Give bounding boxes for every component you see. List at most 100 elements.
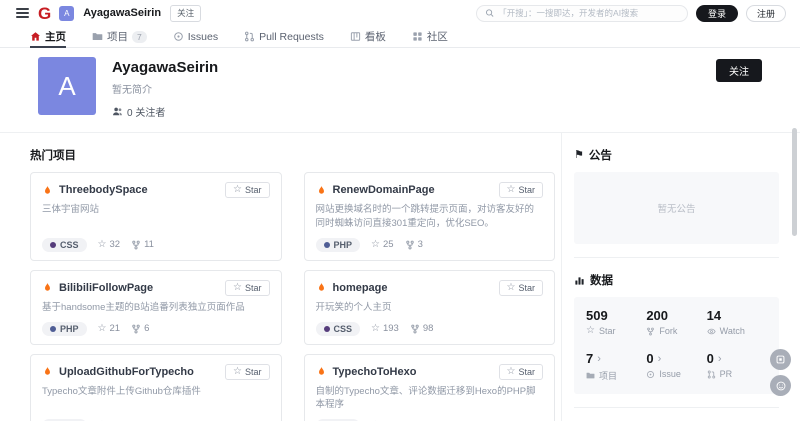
announcement-title: 公告	[589, 147, 612, 163]
project-card: BilibiliFollowPage ☆Star 基于handsome主题的B站…	[30, 270, 282, 345]
project-name-link[interactable]: UploadGithubForTypecho	[59, 366, 194, 378]
star-button-label: Star	[245, 185, 262, 195]
star-icon: ☆	[233, 185, 242, 195]
star-button[interactable]: ☆Star	[225, 280, 269, 296]
star-button[interactable]: ☆Star	[225, 364, 269, 380]
chevron-right-icon: ›	[658, 353, 662, 365]
star-icon: ☆	[507, 283, 516, 293]
project-card: RenewDomainPage ☆Star 网站更换域名时的一个跳转提示页面，对…	[304, 172, 556, 261]
register-button[interactable]: 注册	[746, 5, 786, 22]
star-button[interactable]: ☆Star	[499, 182, 543, 198]
tab-home[interactable]: 主页	[30, 26, 66, 47]
tab-board[interactable]: 看板	[350, 26, 386, 47]
star-button[interactable]: ☆Star	[499, 364, 543, 380]
star-button[interactable]: ☆Star	[499, 280, 543, 296]
fork-icon	[410, 324, 420, 334]
tab-pull-requests[interactable]: Pull Requests	[244, 26, 324, 47]
fork-icon	[131, 240, 141, 250]
gitee-logo[interactable]: G	[38, 5, 50, 22]
community-icon	[412, 31, 423, 42]
star-icon: ☆	[371, 240, 380, 250]
flame-icon	[316, 185, 327, 196]
scrollbar-thumb[interactable]	[792, 128, 797, 236]
stat-prs[interactable]: 0› PR	[707, 351, 767, 382]
star-count: ☆21	[98, 323, 121, 334]
flame-icon	[42, 282, 53, 293]
stats-title: 数据	[590, 272, 613, 288]
search-input[interactable]	[498, 8, 679, 18]
language-dot-icon	[324, 242, 330, 248]
star-button-label: Star	[518, 185, 535, 195]
top-navbar: G A AyagawaSeirin 关注 登录 注册	[0, 0, 800, 26]
flame-icon	[316, 366, 327, 377]
star-button[interactable]: ☆Star	[225, 182, 269, 198]
project-name-link[interactable]: RenewDomainPage	[333, 184, 435, 196]
star-button-label: Star	[245, 367, 262, 377]
fork-count: 98	[410, 323, 434, 334]
issue-icon	[646, 370, 655, 379]
fork-icon	[131, 324, 141, 334]
tab-community[interactable]: 社区	[412, 26, 448, 47]
project-description: 基于handsome主题的B站追番列表独立页面作品	[42, 301, 270, 315]
project-name-link[interactable]: TypechoToHexo	[333, 366, 417, 378]
smiley-icon	[775, 380, 787, 392]
floating-widget-button[interactable]	[770, 349, 791, 370]
hot-projects-title: 热门项目	[30, 147, 558, 163]
language-dot-icon	[50, 326, 56, 332]
projects-count-badge: 7	[132, 31, 147, 43]
chevron-right-icon: ›	[597, 353, 601, 365]
navbar-follow-button[interactable]: 关注	[170, 5, 201, 22]
search-box[interactable]	[476, 5, 688, 22]
profile-name: AyagawaSeirin	[112, 59, 218, 76]
flame-icon	[316, 282, 327, 293]
star-count: ☆193	[371, 323, 399, 334]
star-icon: ☆	[507, 367, 516, 377]
stat-fork: 200 Fork	[646, 308, 706, 336]
announcement-empty-box: 暂无公告	[574, 172, 779, 244]
project-description: 三体宇宙网站	[42, 203, 270, 217]
navbar-username[interactable]: AyagawaSeirin	[83, 7, 161, 19]
project-card: TypechoToHexo ☆Star 自制的Typecho文章、评论数据迁移到…	[304, 354, 556, 421]
language-pill: PHP	[316, 238, 361, 252]
feedback-button[interactable]	[770, 375, 791, 396]
flame-icon	[42, 185, 53, 196]
project-name-link[interactable]: ThreebodySpace	[59, 184, 148, 196]
pull-request-icon	[707, 370, 716, 379]
project-name-link[interactable]: homepage	[333, 282, 388, 294]
login-button[interactable]: 登录	[696, 5, 738, 22]
star-icon: ☆	[371, 324, 380, 334]
fork-icon	[646, 327, 655, 336]
language-pill: PHP	[42, 322, 87, 336]
main-column: 热门项目 ThreebodySpace ☆Star 三体宇宙网站 CSS ☆32…	[30, 133, 558, 421]
follow-button[interactable]: 关注	[716, 59, 762, 82]
eye-icon	[707, 327, 716, 336]
stat-projects[interactable]: 7› 项目	[586, 351, 646, 382]
tab-community-label: 社区	[427, 29, 448, 44]
language-pill: CSS	[42, 238, 87, 252]
project-name-link[interactable]: BilibiliFollowPage	[59, 282, 153, 294]
hot-projects-grid: ThreebodySpace ☆Star 三体宇宙网站 CSS ☆32 11 R…	[30, 172, 558, 421]
stats-section: 数据 509 ☆Star 200 Fork 14 Watch	[574, 257, 779, 407]
hamburger-menu-icon[interactable]	[16, 8, 29, 18]
project-description: 开玩笑的个人主页	[316, 301, 544, 315]
tab-pull-requests-label: Pull Requests	[259, 31, 324, 43]
tab-issues[interactable]: Issues	[173, 26, 218, 47]
tab-projects[interactable]: 项目 7	[92, 26, 147, 47]
followers-row[interactable]: 0 关注者	[112, 104, 218, 119]
flame-icon	[42, 366, 53, 377]
project-card: homepage ☆Star 开玩笑的个人主页 CSS ☆193 98	[304, 270, 556, 345]
project-description: 自制的Typecho文章、评论数据迁移到Hexo的PHP脚本程序	[316, 385, 544, 413]
project-description: Typecho文章附件上传Github仓库插件	[42, 385, 270, 399]
star-count: ☆25	[371, 239, 394, 250]
star-button-label: Star	[518, 367, 535, 377]
folder-icon	[586, 371, 595, 380]
board-icon	[350, 31, 361, 42]
languages-section: {} 常用语言 CSS JavaScript HTML Lua PHP	[574, 407, 779, 421]
tab-board-label: 看板	[365, 29, 386, 44]
stat-watch: 14 Watch	[707, 308, 767, 336]
fork-count: 6	[131, 323, 149, 334]
star-button-label: Star	[518, 283, 535, 293]
stat-issues[interactable]: 0› Issue	[646, 351, 706, 382]
profile-bio: 暂无简介	[112, 81, 218, 96]
project-card: ThreebodySpace ☆Star 三体宇宙网站 CSS ☆32 11	[30, 172, 282, 261]
